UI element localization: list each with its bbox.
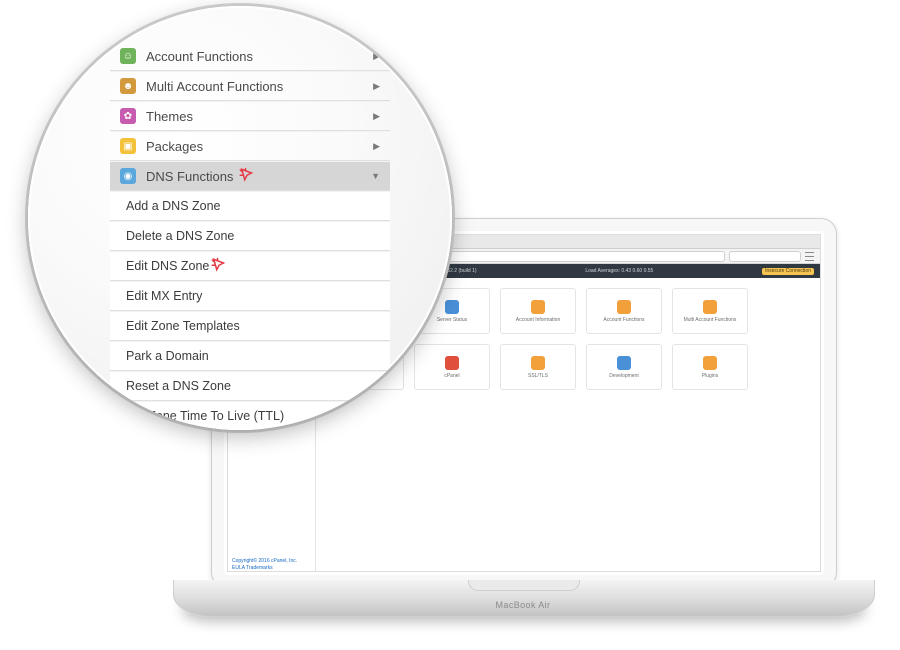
tile-account-func[interactable]: Account Functions: [586, 288, 662, 334]
whm-sidebar-menu: ☺ Account Functions ▶ ☻ Multi Account Fu…: [110, 42, 390, 430]
users-icon: ☺: [120, 48, 136, 64]
browser-menu-icon[interactable]: [805, 252, 814, 261]
chevron-right-icon: ▶: [373, 51, 380, 62]
submenu-label: Edit Zone Templates: [126, 319, 240, 333]
submenu-label: Add a DNS Zone: [126, 199, 221, 213]
submenu-add-dns-zone[interactable]: Add a DNS Zone: [110, 191, 390, 221]
submenu-park-domain[interactable]: Park a Domain: [110, 341, 390, 371]
magnifier-lens: ☺ Account Functions ▶ ☻ Multi Account Fu…: [28, 6, 452, 430]
menu-dns-functions[interactable]: ◉ DNS Functions ▼: [110, 161, 390, 191]
menu-account-functions[interactable]: ☺ Account Functions ▶: [110, 42, 390, 71]
tile-icon: [531, 300, 545, 314]
click-cursor-icon: [210, 257, 228, 275]
tile-multi-account[interactable]: Multi Account Functions: [672, 288, 748, 334]
submenu-label: Delete a DNS Zone: [126, 229, 234, 243]
submenu-reset-dns[interactable]: Reset a DNS Zone: [110, 371, 390, 401]
browser-search-field[interactable]: [729, 251, 801, 262]
chevron-right-icon: ▶: [373, 141, 380, 152]
chevron-right-icon: ▶: [373, 111, 380, 122]
submenu-label: Set Zone Time To Live (TTL): [126, 409, 284, 423]
chevron-down-icon: ▼: [371, 171, 380, 181]
tile-label: Development: [609, 374, 638, 379]
menu-label: DNS Functions: [146, 169, 233, 184]
tile-icon: [531, 356, 545, 370]
menu-label: Themes: [146, 109, 193, 124]
packages-icon: ▣: [120, 138, 136, 154]
tile-icon: [617, 300, 631, 314]
insecure-connection-badge[interactable]: Insecure Connection: [762, 268, 814, 275]
menu-multi-account-functions[interactable]: ☻ Multi Account Functions ▶: [110, 71, 390, 101]
tile-label: Plugins: [702, 374, 718, 379]
submenu-edit-mx[interactable]: Edit MX Entry: [110, 281, 390, 311]
tile-icon: [617, 356, 631, 370]
multi-users-icon: ☻: [120, 78, 136, 94]
tile-label: Account Functions: [603, 318, 644, 323]
eula-links[interactable]: EULA Trademarks: [232, 565, 311, 572]
submenu-label: Edit DNS Zone: [126, 259, 209, 273]
tile-label: Account Information: [516, 318, 560, 323]
tile-plugins[interactable]: Plugins: [672, 344, 748, 390]
menu-packages[interactable]: ▣ Packages ▶: [110, 131, 390, 161]
submenu-edit-dns-zone[interactable]: Edit DNS Zone: [110, 251, 390, 281]
menu-label: Packages: [146, 139, 203, 154]
laptop-notch: [468, 580, 580, 591]
submenu-label: Reset a DNS Zone: [126, 379, 231, 393]
tile-icon: [703, 300, 717, 314]
chevron-right-icon: ▶: [373, 81, 380, 92]
mini-sidebar-footer: Copyright© 2016 cPanel, Inc. EULA Tradem…: [232, 558, 311, 571]
device-brand: MacBook Air: [173, 600, 873, 610]
menu-label: Multi Account Functions: [146, 79, 283, 94]
tile-ssl[interactable]: SSL/TLS: [500, 344, 576, 390]
tile-label: Multi Account Functions: [684, 318, 737, 323]
dns-icon: ◉: [120, 168, 136, 184]
submenu-delete-dns-zone[interactable]: Delete a DNS Zone: [110, 221, 390, 251]
tile-icon: [703, 356, 717, 370]
submenu-zone-templates[interactable]: Edit Zone Templates: [110, 311, 390, 341]
submenu-label: Park a Domain: [126, 349, 209, 363]
submenu-label: Edit MX Entry: [126, 289, 202, 303]
submenu-set-ttl[interactable]: Set Zone Time To Live (TTL): [110, 401, 390, 430]
themes-icon: ✿: [120, 108, 136, 124]
whm-load: Load Averages: 0.43 0.60 0.55: [585, 269, 653, 274]
laptop-base: [173, 580, 875, 617]
menu-themes[interactable]: ✿ Themes ▶: [110, 101, 390, 131]
click-cursor-icon: [238, 167, 256, 185]
tile-label: SSL/TLS: [528, 374, 548, 379]
tile-development[interactable]: Development: [586, 344, 662, 390]
tile-account-info[interactable]: Account Information: [500, 288, 576, 334]
menu-label: Account Functions: [146, 49, 253, 64]
